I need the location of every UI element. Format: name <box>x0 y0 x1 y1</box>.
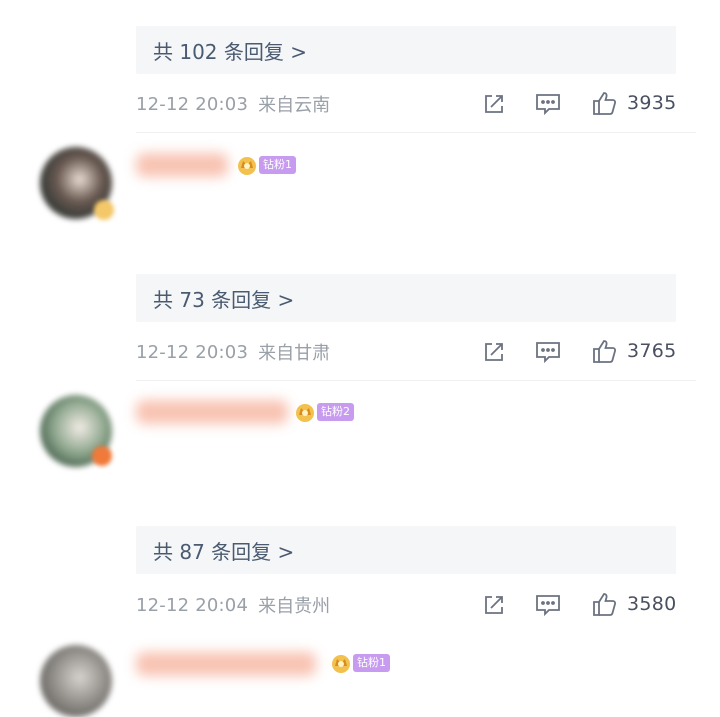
fan-badge: 钻粉1 <box>330 652 390 674</box>
username-blurred[interactable] <box>136 400 288 424</box>
divider <box>136 132 696 133</box>
share-icon[interactable] <box>480 338 508 366</box>
reply-count-label: 共 87 条回复 > <box>153 539 295 564</box>
like-icon[interactable] <box>590 590 618 618</box>
view-replies-button[interactable]: 共 87 条回复 > <box>136 526 676 574</box>
verified-badge-icon <box>94 200 114 220</box>
crown-icon <box>238 157 256 175</box>
fan-badge: 钻粉1 <box>236 154 296 176</box>
comment-location: 来自甘肃 <box>258 343 331 364</box>
verified-badge-icon <box>92 446 112 466</box>
comment-location: 来自云南 <box>258 95 331 116</box>
fan-badge-label: 钻粉1 <box>259 156 296 174</box>
comment-time: 12-12 20:03 <box>136 341 249 363</box>
fan-badge-label: 钻粉1 <box>353 654 390 672</box>
comment-location: 来自贵州 <box>258 596 331 617</box>
share-icon[interactable] <box>480 591 508 619</box>
like-icon[interactable] <box>590 89 618 117</box>
divider <box>136 380 696 381</box>
view-replies-button[interactable]: 共 102 条回复 > <box>136 26 676 74</box>
fan-badge: 钻粉2 <box>294 401 354 423</box>
comment-time: 12-12 20:03 <box>136 93 249 115</box>
username-blurred[interactable] <box>136 652 316 676</box>
avatar[interactable] <box>40 645 112 717</box>
fan-badge-label: 钻粉2 <box>317 403 354 421</box>
comment-time: 12-12 20:04 <box>136 594 249 616</box>
username-blurred[interactable] <box>136 153 228 177</box>
view-replies-button[interactable]: 共 73 条回复 > <box>136 274 676 322</box>
share-icon[interactable] <box>480 90 508 118</box>
like-icon[interactable] <box>590 337 618 365</box>
crown-icon <box>332 655 350 673</box>
comment-icon[interactable] <box>534 591 562 619</box>
comment-icon[interactable] <box>534 338 562 366</box>
like-count: 3765 <box>627 340 677 362</box>
like-count: 3935 <box>627 92 677 114</box>
like-count: 3580 <box>627 593 677 615</box>
comment-icon[interactable] <box>534 90 562 118</box>
reply-count-label: 共 73 条回复 > <box>153 287 295 312</box>
reply-count-label: 共 102 条回复 > <box>153 39 308 64</box>
crown-icon <box>296 404 314 422</box>
